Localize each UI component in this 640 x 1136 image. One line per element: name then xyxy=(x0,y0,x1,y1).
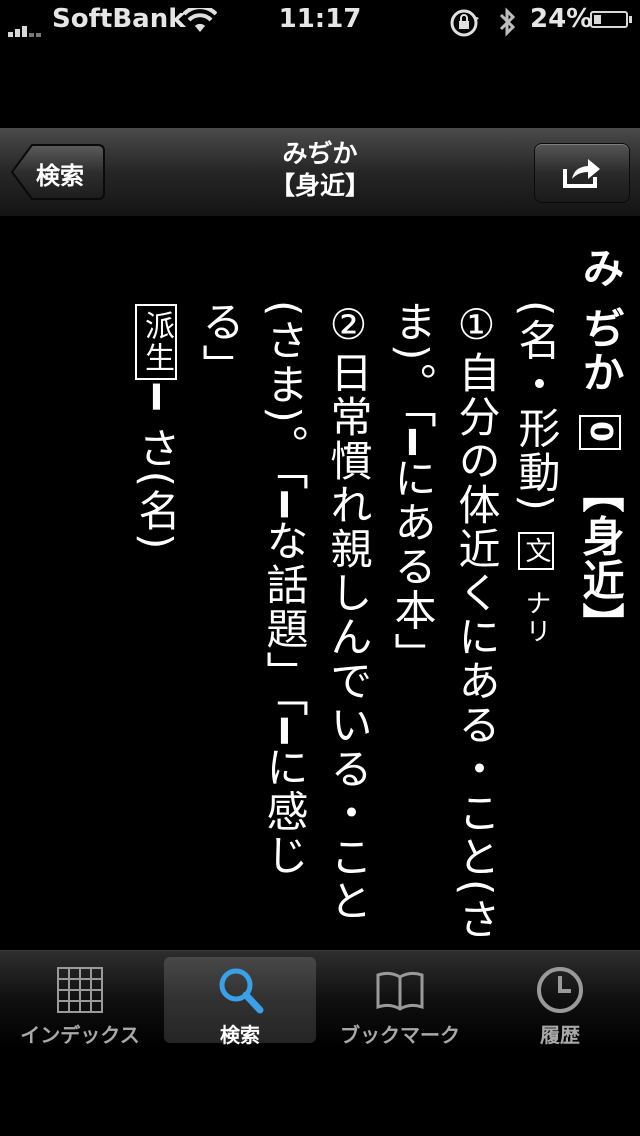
derived-text: さ(名) xyxy=(132,411,181,552)
dictionary-entry: み ぢか 0 【身近】 (名・形動) 文 ナリ ①自分の体近くにある・こと(さ … xyxy=(0,216,640,950)
derived-form: 派生 ━ さ(名) xyxy=(128,300,184,551)
sense-2: ②日常慣れ親しんでいる・こと xyxy=(320,300,376,923)
sense-1-continuation: ま)。「 xyxy=(388,300,437,430)
entry-kanji: 【身近】 xyxy=(576,470,625,647)
sense-2-ending: る」 xyxy=(196,300,245,388)
nav-title-kanji: 【身近】 xyxy=(269,171,370,200)
back-button-label: 検索 xyxy=(36,162,84,190)
sense-1-dash: ━ xyxy=(388,429,437,457)
book-icon xyxy=(376,971,424,1011)
bluetooth-icon xyxy=(497,6,517,42)
rotation-lock-icon xyxy=(448,8,482,42)
share-icon xyxy=(563,159,600,188)
entry-reading: み ぢか xyxy=(576,246,625,395)
tab-index-label: インデックス xyxy=(20,1023,140,1047)
sense-2-end: る」 xyxy=(192,300,248,388)
sense-2-dash-2: ━ xyxy=(260,718,309,746)
derived-badge: 派生 xyxy=(135,304,177,380)
battery-percent: 24% xyxy=(530,4,593,34)
sense-2-example-2: に感じ xyxy=(260,745,309,878)
sense-2-continuation: (さま)。「 xyxy=(260,300,309,492)
pos-text: (名・形動) xyxy=(512,300,561,513)
tab-bookmark-label: ブックマーク xyxy=(340,1023,460,1047)
sense-1-example-text: にある本」 xyxy=(388,456,437,677)
sense-2-example-1: な話題」「 xyxy=(260,519,309,719)
tab-index[interactable]: インデックス xyxy=(4,957,156,1047)
sense-2-number: ② xyxy=(324,300,373,351)
back-button[interactable]: 検索 xyxy=(10,143,106,201)
tab-history[interactable]: 履歴 xyxy=(484,957,636,1047)
status-bar: SoftBank 11:17 24% xyxy=(0,0,640,40)
search-icon xyxy=(219,968,264,1014)
nav-title: みぢか 【身近】 xyxy=(140,138,500,202)
literary-badge: 文 xyxy=(518,532,554,571)
tab-search[interactable]: 検索 xyxy=(164,957,316,1047)
accent-badge: 0 xyxy=(579,415,621,451)
navigation-bar: 検索 みぢか 【身近】 xyxy=(0,128,640,217)
sense-2-dash-1: ━ xyxy=(260,491,309,520)
part-of-speech: (名・形動) 文 ナリ xyxy=(508,300,564,646)
sense-2-text: 日常慣れ親しんでいる・こと xyxy=(324,351,373,923)
derived-dash: ━ xyxy=(132,384,181,412)
battery-icon xyxy=(590,11,632,28)
grid-icon xyxy=(57,967,103,1013)
sense-1: ①自分の体近くにある・こと(さ xyxy=(448,300,504,941)
literary-form: ナリ xyxy=(521,589,551,646)
entry-headline: み ぢか 0 【身近】 xyxy=(572,246,628,647)
nav-title-reading: みぢか xyxy=(282,139,358,168)
tab-history-label: 履歴 xyxy=(540,1023,580,1047)
share-button[interactable] xyxy=(534,143,630,203)
tab-search-label: 検索 xyxy=(220,1023,260,1047)
sense-1-number: ① xyxy=(452,300,501,351)
clock-icon xyxy=(537,967,583,1013)
bottom-area xyxy=(0,1046,640,1136)
tab-bar: インデックス 検索 ブックマーク 履歴 xyxy=(0,950,640,1047)
tab-bookmark[interactable]: ブックマーク xyxy=(324,957,476,1047)
sense-2-examples: (さま)。「━な話題」「━に感じ xyxy=(256,300,312,877)
sense-1-text: 自分の体近くにある・こと(さ xyxy=(452,351,501,942)
sense-1-example: ま)。「━にある本」 xyxy=(384,300,440,677)
